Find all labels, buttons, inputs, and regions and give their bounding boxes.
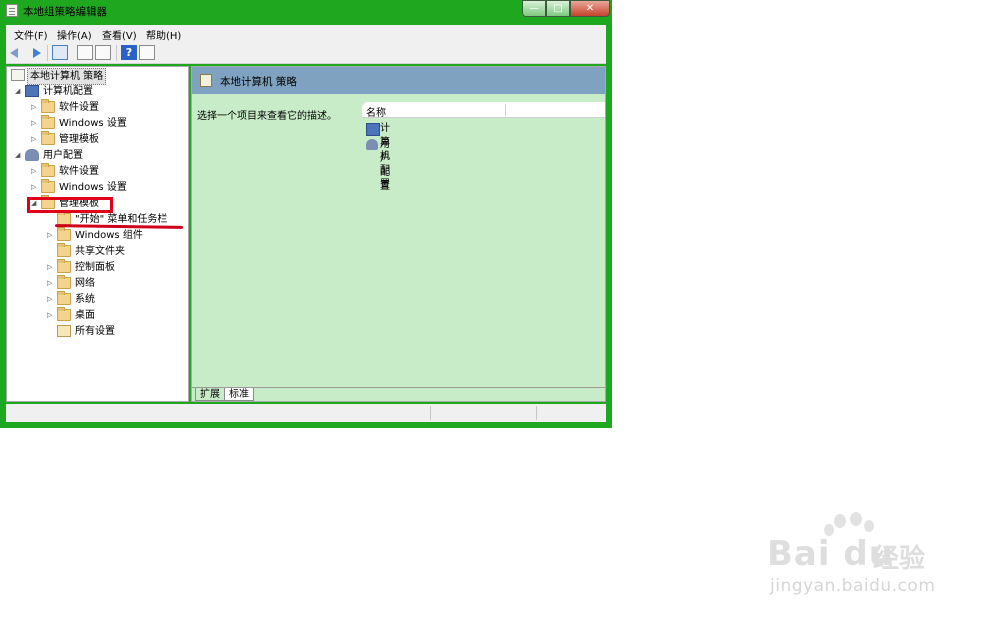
watermark-url: jingyan.baidu.com — [770, 576, 936, 596]
highlight-box — [27, 197, 113, 213]
status-divider — [430, 406, 431, 420]
paw-icon — [850, 512, 862, 526]
expand-arrow-icon[interactable]: ▷ — [47, 260, 55, 275]
expand-arrow-icon[interactable]: ▷ — [47, 292, 55, 307]
expand-arrow-icon[interactable]: ▷ — [31, 100, 39, 115]
expand-arrow-icon[interactable]: ▷ — [47, 308, 55, 323]
computer-icon — [25, 85, 39, 97]
folder-icon — [41, 131, 55, 145]
folder-icon — [57, 275, 71, 289]
folder-icon — [57, 227, 71, 241]
folder-icon — [41, 115, 55, 129]
user-icon — [25, 149, 39, 161]
menu-action[interactable]: 操作(A) — [57, 27, 92, 42]
paw-icon — [864, 520, 874, 532]
toolbar-separator — [116, 45, 117, 61]
toolbar-separator — [47, 45, 48, 61]
column-name[interactable]: 名称 — [366, 104, 386, 119]
description-text: 选择一个项目来查看它的描述。 — [197, 111, 337, 122]
expand-arrow-icon[interactable]: ▷ — [47, 228, 55, 243]
minimize-button[interactable]: — — [522, 0, 546, 17]
menu-help[interactable]: 帮助(H) — [146, 27, 181, 42]
tab-standard[interactable]: 标准 — [224, 388, 254, 401]
back-arrow-icon[interactable] — [10, 45, 26, 60]
console-tree: 本地计算机 策略 ◢ 计算机配置 ▷ 软件设置 ▷ Windows 设置 ▷ 管… — [6, 66, 189, 402]
app-icon — [6, 4, 18, 17]
computer-icon — [366, 123, 380, 136]
all-settings-icon — [57, 325, 71, 337]
details-pane: 本地计算机 策略 选择一个项目来查看它的描述。 名称 计算机配置 用户配置 扩展… — [191, 66, 606, 402]
maximize-button[interactable]: □ — [546, 0, 570, 17]
folder-icon — [57, 243, 71, 257]
paw-icon — [834, 514, 846, 528]
title-bar[interactable]: 本地组策略编辑器 — □ ✕ — [0, 0, 612, 22]
export-list-icon[interactable] — [95, 45, 111, 60]
expand-arrow-icon[interactable]: ▷ — [47, 276, 55, 291]
menu-bar: 文件(F) 操作(A) 查看(V) 帮助(H) — [6, 25, 606, 42]
folder-icon — [41, 179, 55, 193]
expand-arrow-icon[interactable]: ▷ — [31, 116, 39, 131]
help-icon[interactable]: ? — [121, 45, 137, 60]
folder-icon — [41, 163, 55, 177]
view-tabs: 扩展 标准 — [192, 387, 605, 401]
status-bar — [6, 404, 606, 422]
user-icon — [366, 139, 378, 150]
policy-icon — [11, 69, 25, 81]
column-divider[interactable] — [505, 104, 506, 116]
expand-arrow-icon[interactable]: ▷ — [31, 132, 39, 147]
policy-icon — [200, 74, 212, 87]
collapse-arrow-icon[interactable]: ◢ — [15, 84, 23, 99]
toolbar: ? — [6, 42, 606, 64]
folder-icon — [57, 259, 71, 273]
show-hide-tree-icon[interactable] — [52, 45, 68, 60]
expand-arrow-icon[interactable]: ▷ — [31, 180, 39, 195]
details-title: 本地计算机 策略 — [220, 76, 297, 88]
folder-icon — [57, 307, 71, 321]
show-hide-action-pane-icon[interactable] — [139, 45, 155, 60]
details-header: 本地计算机 策略 — [192, 67, 605, 94]
status-divider — [536, 406, 537, 420]
tab-extended[interactable]: 扩展 — [195, 388, 225, 401]
watermark-brand-cn: 经验 — [873, 544, 926, 574]
properties-icon[interactable] — [77, 45, 93, 60]
close-button[interactable]: ✕ — [570, 0, 610, 17]
menu-view[interactable]: 查看(V) — [102, 27, 137, 42]
window-title: 本地组策略编辑器 — [23, 6, 107, 18]
collapse-arrow-icon[interactable]: ◢ — [15, 148, 23, 163]
gpedit-window: 本地组策略编辑器 — □ ✕ 文件(F) 操作(A) 查看(V) 帮助(H) ?… — [0, 0, 612, 428]
folder-icon — [41, 99, 55, 113]
column-header[interactable]: 名称 — [362, 102, 605, 119]
expand-arrow-icon[interactable]: ▷ — [31, 164, 39, 179]
tree-root-label: 本地计算机 策略 — [27, 68, 107, 85]
forward-arrow-icon[interactable] — [27, 45, 43, 60]
folder-icon — [57, 291, 71, 305]
baidu-watermark: Bai du 经验 jingyan.baidu.com — [750, 512, 950, 602]
menu-file[interactable]: 文件(F) — [14, 27, 48, 42]
